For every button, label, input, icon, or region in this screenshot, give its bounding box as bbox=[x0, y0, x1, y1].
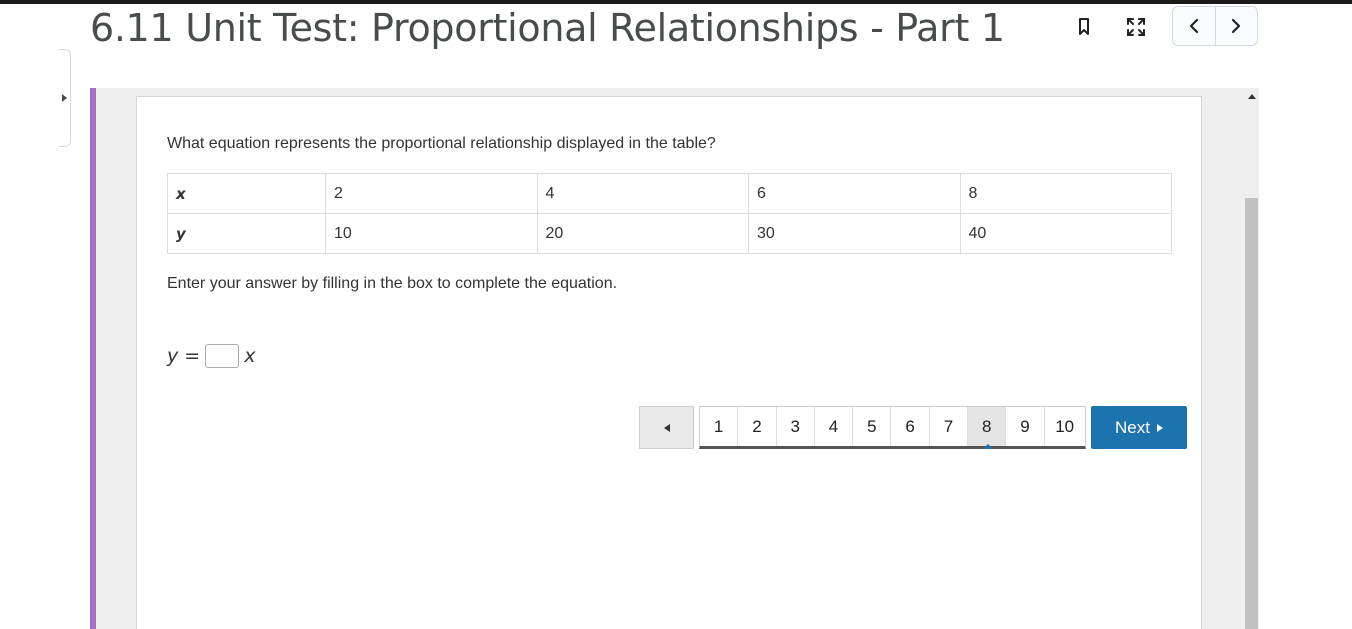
page-button[interactable]: 7 bbox=[930, 407, 969, 446]
content-frame: What equation represents the proportiona… bbox=[90, 88, 1259, 629]
table-cell: 20 bbox=[536, 213, 749, 254]
previous-question-button[interactable] bbox=[639, 406, 694, 449]
chevron-left-icon bbox=[1189, 18, 1198, 34]
side-panel-toggle[interactable] bbox=[59, 49, 71, 147]
equation-rhs: x bbox=[244, 345, 256, 367]
table-cell: 10 bbox=[325, 213, 538, 254]
question-card: What equation represents the proportiona… bbox=[136, 96, 1202, 629]
table-cell: 4 bbox=[536, 173, 749, 214]
table-cell: 30 bbox=[748, 213, 961, 254]
page-button[interactable]: 1 bbox=[700, 407, 739, 446]
table-cell: 6 bbox=[748, 173, 961, 214]
next-topic-button[interactable] bbox=[1216, 7, 1258, 45]
bookmark-button[interactable] bbox=[1069, 12, 1099, 42]
fullscreen-icon bbox=[1127, 18, 1145, 36]
page-title: 6.11 Unit Test: Proportional Relationshi… bbox=[90, 6, 1005, 50]
equation: y = x bbox=[167, 344, 255, 368]
row-header: y bbox=[167, 213, 326, 254]
scroll-up-arrow-icon[interactable] bbox=[1248, 94, 1256, 99]
row-header: x bbox=[167, 173, 326, 214]
question-prompt: What equation represents the proportiona… bbox=[167, 135, 716, 152]
page-button[interactable]: 4 bbox=[815, 407, 854, 446]
previous-topic-button[interactable] bbox=[1173, 7, 1216, 45]
caret-left-icon bbox=[663, 423, 670, 432]
next-button-label: Next bbox=[1115, 417, 1150, 437]
chevron-right-icon bbox=[1232, 18, 1241, 34]
table-cell: 2 bbox=[325, 173, 538, 214]
answer-input[interactable] bbox=[205, 344, 240, 368]
scroll-thumb[interactable] bbox=[1245, 198, 1258, 629]
fullscreen-button[interactable] bbox=[1121, 12, 1151, 42]
page-button[interactable]: 3 bbox=[777, 407, 815, 446]
value-table: x 2 4 6 8 y 10 20 30 40 bbox=[167, 173, 1172, 254]
accent-bar bbox=[90, 88, 96, 629]
caret-right-icon bbox=[62, 94, 67, 102]
page-list: 1 2 3 4 5 6 7 8 9 10 bbox=[699, 406, 1086, 449]
bookmark-icon bbox=[1079, 18, 1089, 35]
scrollbar[interactable] bbox=[1245, 88, 1258, 629]
page-button-current[interactable]: 8 bbox=[968, 407, 1007, 449]
table-row: y 10 20 30 40 bbox=[167, 213, 1172, 254]
caret-right-icon bbox=[1156, 423, 1163, 432]
table-cell: 8 bbox=[959, 173, 1172, 214]
topic-nav bbox=[1172, 6, 1258, 46]
page-button[interactable]: 5 bbox=[853, 407, 892, 446]
page-button[interactable]: 6 bbox=[891, 407, 930, 446]
page-button[interactable]: 2 bbox=[738, 407, 777, 446]
page-button[interactable]: 10 bbox=[1045, 407, 1085, 446]
next-question-button[interactable]: Next bbox=[1091, 406, 1187, 449]
answer-instruction: Enter your answer by filling in the box … bbox=[167, 275, 618, 292]
table-row: x 2 4 6 8 bbox=[167, 173, 1172, 214]
equation-lhs: y = bbox=[167, 345, 201, 367]
table-cell: 40 bbox=[959, 213, 1172, 254]
page-button[interactable]: 9 bbox=[1006, 407, 1045, 446]
